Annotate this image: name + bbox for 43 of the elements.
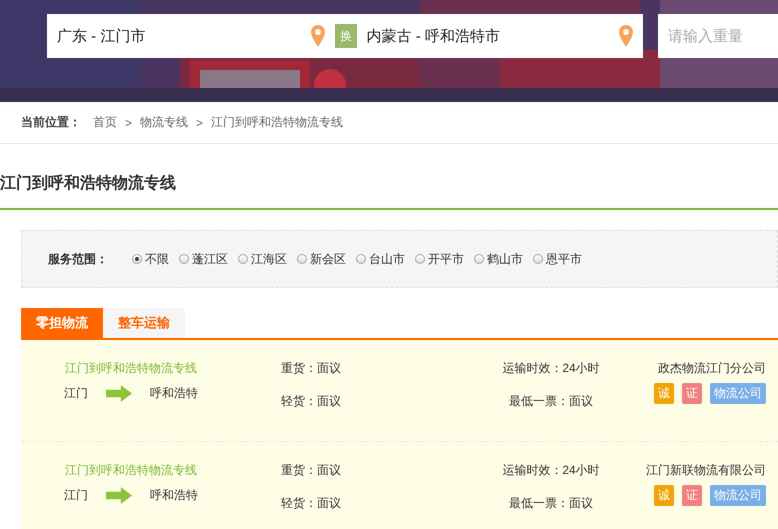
heavy-cargo-price: 重货：面议 bbox=[281, 462, 342, 479]
origin-city: 江门 bbox=[64, 487, 88, 504]
radio-option[interactable]: 江海区 bbox=[238, 250, 287, 268]
breadcrumb-separator: > bbox=[196, 116, 204, 130]
company-link[interactable]: 江门新联物流有限公司 bbox=[646, 462, 766, 479]
badge: 诚 bbox=[654, 383, 674, 404]
badge: 物流公司 bbox=[710, 485, 766, 506]
radio-option[interactable]: 鹤山市 bbox=[474, 250, 523, 268]
destination-field[interactable]: 内蒙古 - 呼和浩特市 bbox=[356, 14, 643, 58]
location-pin-icon bbox=[311, 25, 326, 47]
company-link[interactable]: 政杰物流江门分公司 bbox=[658, 360, 766, 377]
destination-city: 呼和浩特 bbox=[150, 487, 198, 504]
arrow-icon bbox=[106, 487, 132, 504]
transit-time: 运输时效：24小时 bbox=[502, 360, 600, 377]
filter-label: 服务范围： bbox=[48, 250, 108, 268]
heavy-cargo-price: 重货：面议 bbox=[281, 360, 342, 377]
radio-option[interactable]: 新会区 bbox=[297, 250, 346, 268]
origin-city: 江门 bbox=[64, 385, 88, 402]
transit-time: 运输时效：24小时 bbox=[502, 462, 600, 479]
radio-option[interactable]: 蓬江区 bbox=[179, 250, 228, 268]
radio-option[interactable]: 恩平市 bbox=[533, 250, 582, 268]
breadcrumb-link[interactable]: 江门到呼和浩特物流专线 bbox=[211, 114, 344, 131]
weight-field[interactable]: 请输入重量 bbox=[658, 14, 778, 58]
arrow-icon bbox=[106, 385, 132, 402]
page-title: 江门到呼和浩特物流专线 bbox=[0, 171, 778, 210]
breadcrumb-separator: > bbox=[125, 116, 132, 130]
location-pin-icon bbox=[619, 25, 633, 47]
breadcrumb-link[interactable]: 首页 bbox=[93, 114, 117, 131]
radio-option[interactable]: 开平市 bbox=[415, 250, 464, 268]
badge: 证 bbox=[682, 383, 702, 404]
radio-option[interactable]: 台山市 bbox=[356, 250, 405, 268]
origin-field[interactable]: 广东 - 江门市 bbox=[47, 14, 336, 58]
breadcrumb-label: 当前位置： bbox=[21, 114, 81, 131]
minimum-charge: 最低一票：面议 bbox=[509, 393, 593, 410]
radio-option[interactable]: 不限 bbox=[132, 250, 169, 268]
badge: 诚 bbox=[654, 485, 674, 506]
destination-city: 呼和浩特 bbox=[150, 385, 198, 402]
minimum-charge: 最低一票：面议 bbox=[509, 495, 593, 512]
breadcrumb-link[interactable]: 物流专线 bbox=[140, 114, 188, 131]
light-cargo-price: 轻货：面议 bbox=[281, 495, 342, 512]
badge: 证 bbox=[682, 485, 702, 506]
badge: 物流公司 bbox=[710, 383, 766, 404]
light-cargo-price: 轻货：面议 bbox=[281, 393, 342, 410]
